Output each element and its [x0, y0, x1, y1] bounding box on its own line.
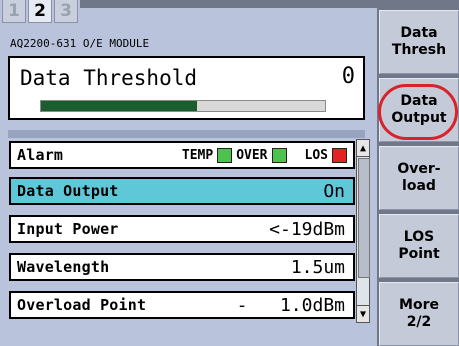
row-value: On [323, 180, 345, 202]
row-value: 1.5um [290, 256, 345, 278]
instrument-screen: 1 2 3 AQ2200-631 O/E MODULE Data Thresho… [0, 0, 459, 346]
threshold-value: 0 [341, 64, 355, 89]
softkey-overload[interactable]: Over- load [379, 146, 459, 210]
alarm-indicators: TEMP OVER LOS [181, 147, 347, 163]
page-tabs: 1 2 3 [0, 0, 78, 24]
alarm-label: Alarm [17, 146, 64, 164]
separator [8, 130, 365, 138]
module-label: AQ2200-631 O/E MODULE [10, 37, 150, 50]
threshold-bar [40, 100, 326, 112]
scrollbar[interactable]: ▲ ▼ [356, 139, 370, 323]
softkey-panel: Data Thresh Data Output Over- load LOS P… [377, 0, 459, 346]
row-label: Input Power [17, 220, 119, 238]
row-label: Wavelength [17, 258, 110, 276]
tab-3[interactable]: 3 [54, 0, 78, 23]
alarm-row: Alarm TEMP OVER LOS [9, 141, 355, 169]
alarm-over-indicator [271, 147, 287, 163]
alarm-los-label: LOS [304, 147, 328, 163]
threshold-panel[interactable]: Data Threshold 0 [8, 56, 365, 120]
row-value: <-19dBm [269, 218, 345, 240]
title-strip [80, 0, 377, 8]
softkey-data-output[interactable]: Data Output [379, 78, 459, 142]
softkey-los-point[interactable]: LOS Point [379, 214, 459, 278]
scroll-thumb[interactable] [358, 158, 370, 278]
alarm-temp-indicator [217, 147, 233, 163]
softkey-more[interactable]: More 2/2 [379, 282, 459, 346]
row-label: Data Output [17, 182, 119, 200]
threshold-label: Data Threshold [20, 66, 198, 90]
threshold-bar-fill [41, 101, 198, 111]
softkey-data-thresh[interactable]: Data Thresh [379, 10, 459, 74]
triangle-down-icon[interactable]: ▼ [357, 305, 369, 322]
alarm-over-label: OVER [236, 147, 268, 163]
row-data-output[interactable]: Data Output On [9, 177, 355, 205]
parameter-list: Alarm TEMP OVER LOS Data Output On Input… [9, 139, 355, 323]
row-overload-point[interactable]: Overload Point - 1.0dBm [9, 291, 355, 319]
row-value: - 1.0dBm [236, 294, 345, 316]
tab-2[interactable]: 2 [28, 0, 52, 23]
triangle-up-icon[interactable]: ▲ [357, 140, 369, 157]
row-label: Overload Point [17, 296, 147, 314]
row-wavelength[interactable]: Wavelength 1.5um [9, 253, 355, 281]
alarm-temp-label: TEMP [181, 147, 214, 163]
alarm-los-indicator [332, 147, 347, 163]
tab-1[interactable]: 1 [2, 0, 26, 23]
row-input-power[interactable]: Input Power <-19dBm [9, 215, 355, 243]
